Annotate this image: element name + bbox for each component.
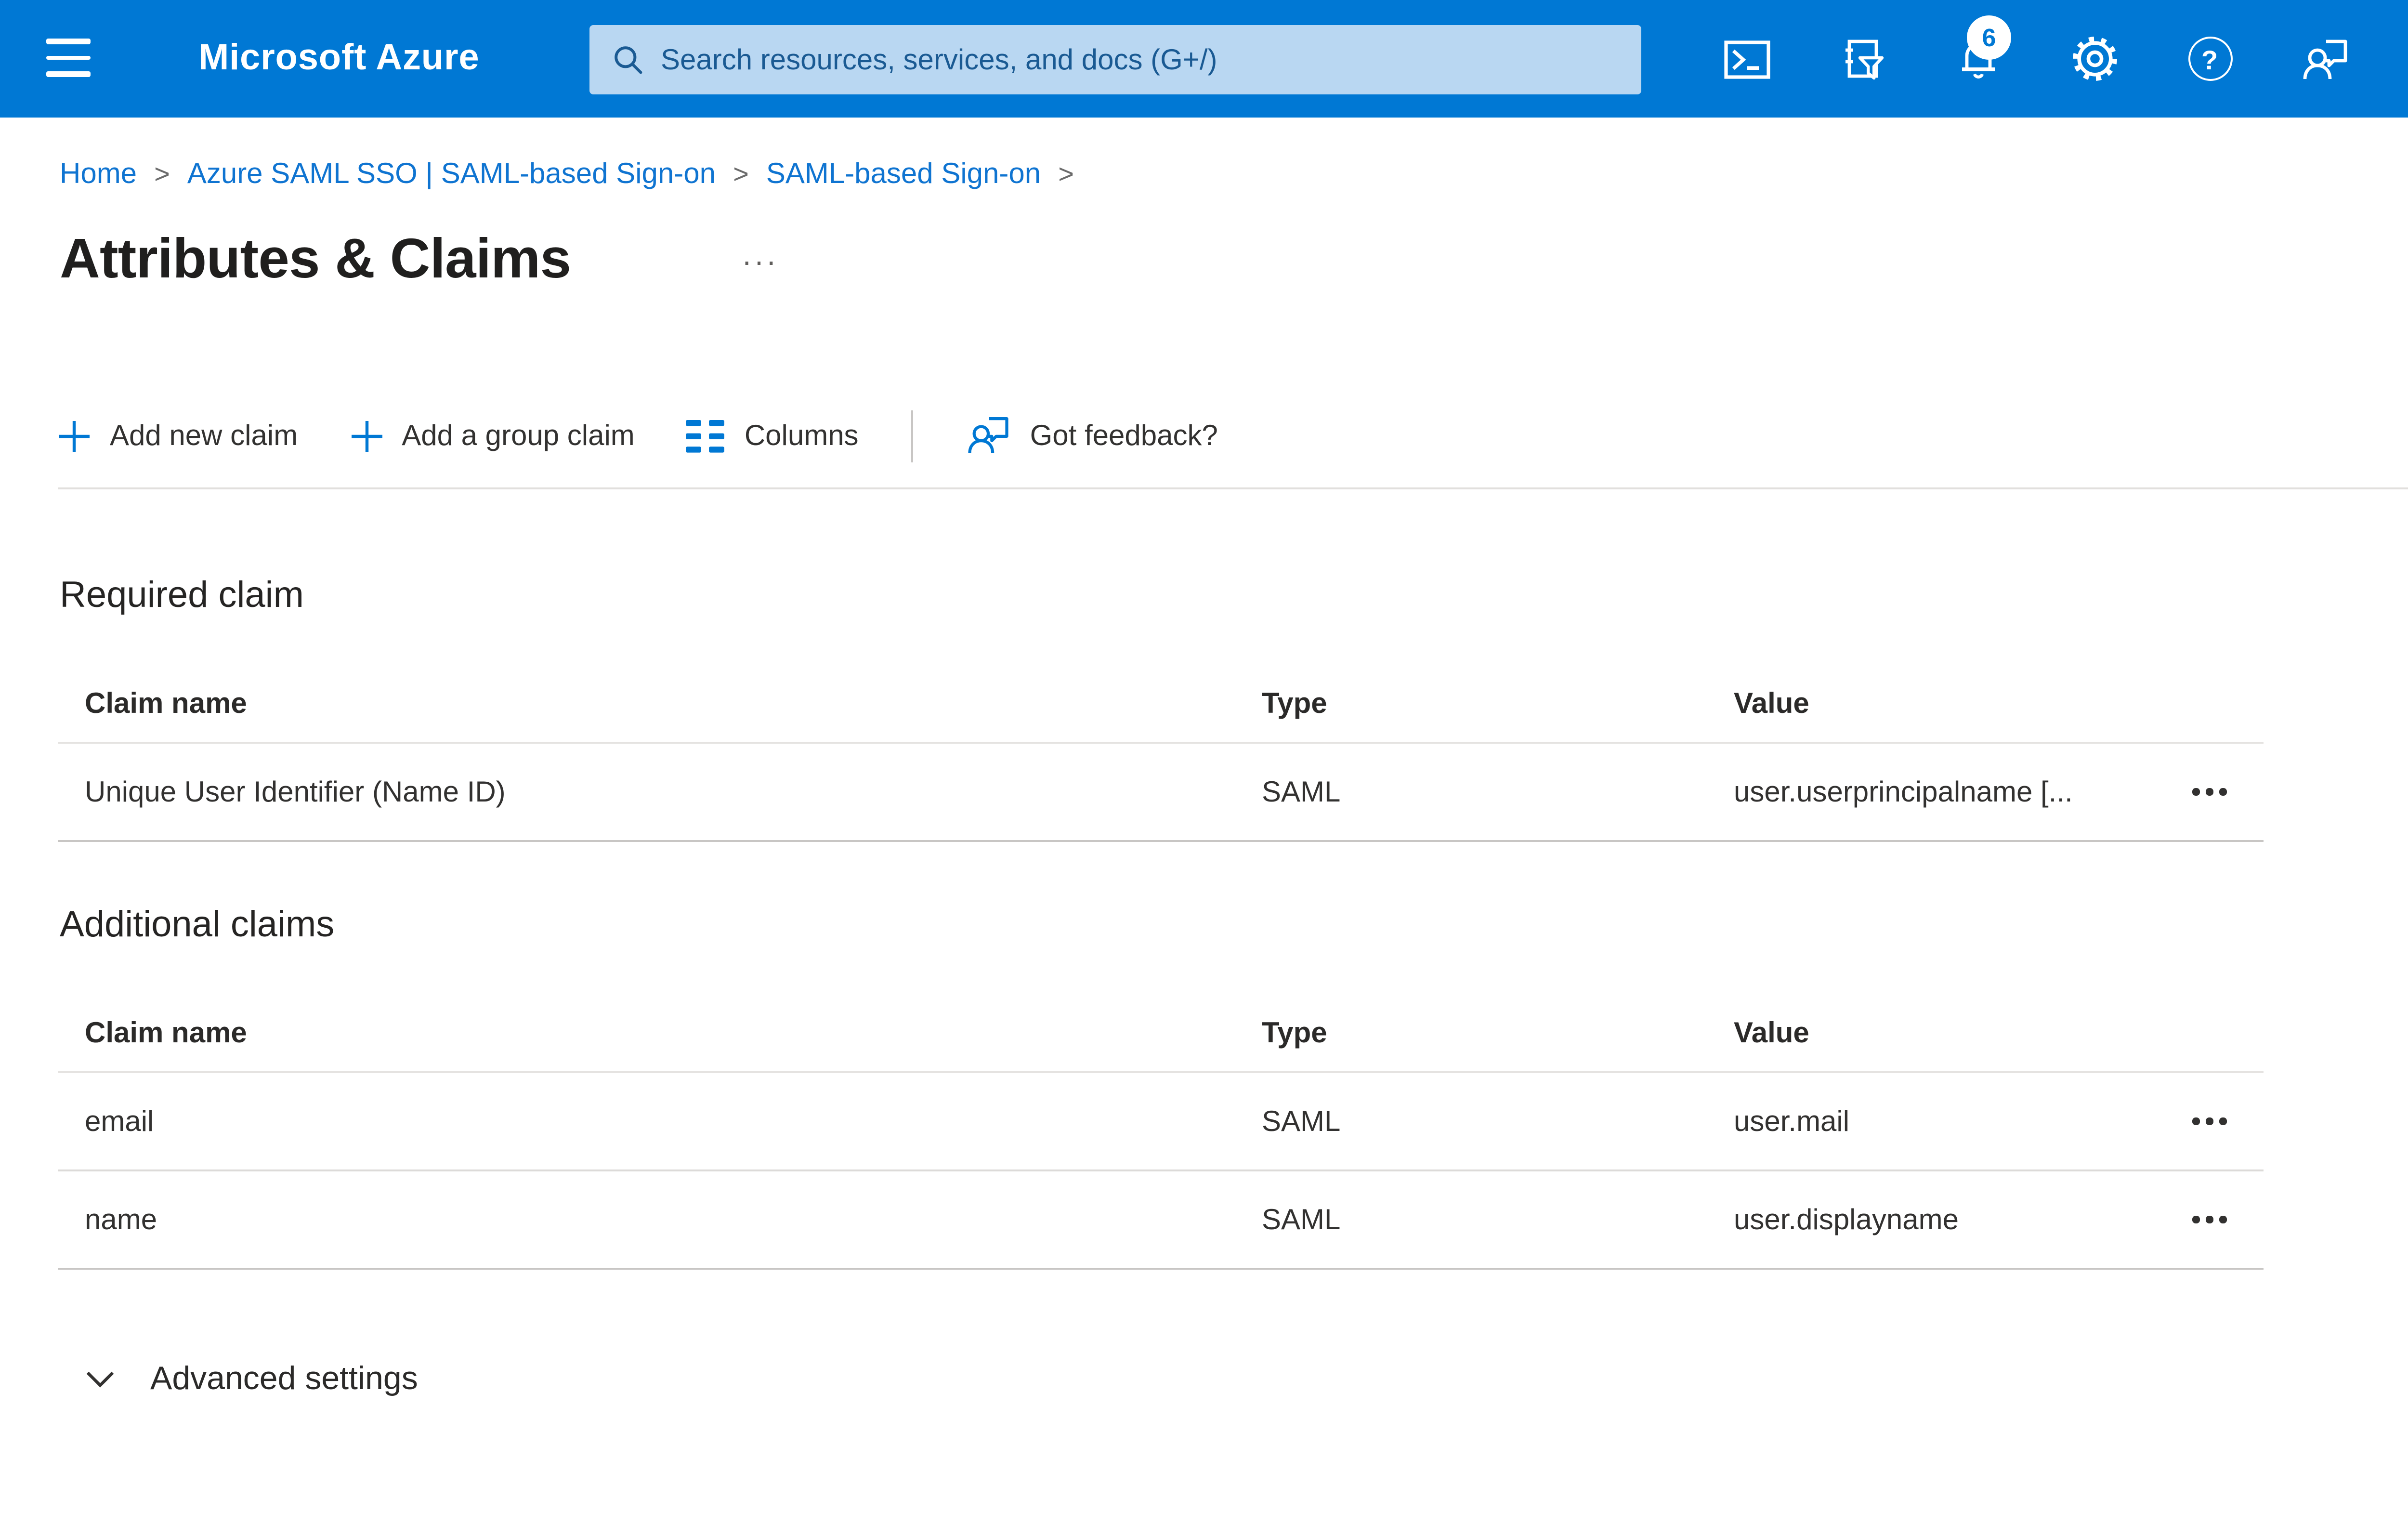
table-row: name SAML user.displayname xyxy=(58,1171,2264,1270)
got-feedback-label: Got feedback? xyxy=(1030,419,1218,452)
required-claim-table: Claim name Type Value Unique User Identi… xyxy=(58,667,2264,842)
table-header-row: Claim name Type Value xyxy=(58,667,2264,744)
chevron-down-icon xyxy=(86,1371,114,1388)
breadcrumb-home[interactable]: Home xyxy=(60,157,137,190)
cell-value: user.userprincipalname [... xyxy=(1734,775,2073,808)
menu-dot xyxy=(2206,788,2213,796)
settings-button[interactable] xyxy=(2036,0,2152,118)
cell-claim-name: name xyxy=(85,1203,157,1236)
cell-claim-name: Unique User Identifier (Name ID) xyxy=(85,775,506,808)
menu-dot xyxy=(2220,1117,2227,1125)
columns-button[interactable]: Columns xyxy=(686,419,859,452)
breadcrumb-separator: > xyxy=(733,158,749,189)
azure-portal-page: Microsoft Azure Search resources, servic… xyxy=(0,0,2408,1524)
row-context-menu-icon[interactable] xyxy=(2185,1106,2234,1136)
menu-dot xyxy=(2206,1216,2213,1223)
add-new-claim-button[interactable]: Add new claim xyxy=(58,419,298,452)
menu-dot xyxy=(2206,1117,2213,1125)
notification-badge: 6 xyxy=(1967,15,2011,60)
breadcrumb: Home > Azure SAML SSO | SAML-based Sign-… xyxy=(60,152,1074,195)
topbar-icon-tray: 6 ? xyxy=(1689,0,2383,118)
person-feedback-icon xyxy=(2303,39,2347,79)
advanced-settings-toggle[interactable]: Advanced settings xyxy=(85,1353,418,1406)
directory-filter-icon xyxy=(1845,39,1884,79)
add-group-claim-label: Add a group claim xyxy=(402,419,635,452)
brand-title[interactable]: Microsoft Azure xyxy=(198,0,480,118)
cell-value: user.mail xyxy=(1734,1105,1850,1138)
column-header-type: Type xyxy=(1262,1017,1327,1050)
menu-dot xyxy=(2220,788,2227,796)
additional-claims-table: Claim name Type Value email SAML user.ma… xyxy=(58,996,2264,1270)
notifications-button[interactable]: 6 xyxy=(1921,0,2036,118)
row-context-menu-icon[interactable] xyxy=(2185,777,2234,807)
required-claim-heading: Required claim xyxy=(60,576,304,617)
table-row: Unique User Identifier (Name ID) SAML us… xyxy=(58,744,2264,842)
additional-claims-heading: Additional claims xyxy=(60,906,335,946)
top-bar: Microsoft Azure Search resources, servic… xyxy=(0,0,2408,118)
add-new-claim-label: Add new claim xyxy=(110,419,298,452)
directory-filter-button[interactable] xyxy=(1805,0,1921,118)
add-group-claim-button[interactable]: Add a group claim xyxy=(350,419,635,452)
page-title: Attributes & Claims xyxy=(60,229,571,291)
menu-dot xyxy=(2192,1117,2199,1125)
feedback-person-icon xyxy=(967,417,1008,453)
column-header-claim-name: Claim name xyxy=(85,688,247,721)
help-icon: ? xyxy=(2187,37,2232,81)
cell-type: SAML xyxy=(1262,775,1341,808)
got-feedback-button[interactable]: Got feedback? xyxy=(965,414,1218,457)
hamburger-bar xyxy=(46,39,91,44)
cloud-shell-icon xyxy=(1724,39,1770,78)
cell-value: user.displayname xyxy=(1734,1203,1959,1236)
table-row: email SAML user.mail xyxy=(58,1073,2264,1171)
help-button[interactable]: ? xyxy=(2152,0,2267,118)
table-header-row: Claim name Type Value xyxy=(58,996,2264,1073)
column-header-claim-name: Claim name xyxy=(85,1017,247,1050)
row-context-menu-icon[interactable] xyxy=(2185,1205,2234,1235)
gear-icon xyxy=(2072,37,2116,81)
menu-dot xyxy=(2192,1216,2199,1223)
advanced-settings-label: Advanced settings xyxy=(150,1360,418,1397)
breadcrumb-sso[interactable]: Azure SAML SSO | SAML-based Sign-on xyxy=(187,157,716,190)
plus-icon xyxy=(59,420,90,451)
title-overflow-menu-icon[interactable]: ··· xyxy=(742,247,778,281)
breadcrumb-separator: > xyxy=(1058,158,1074,189)
cell-type: SAML xyxy=(1262,1105,1341,1138)
hamburger-bar xyxy=(46,55,91,61)
feedback-button[interactable] xyxy=(2267,0,2383,118)
columns-label: Columns xyxy=(744,419,859,452)
global-search xyxy=(589,25,1641,94)
column-header-value: Value xyxy=(1734,1017,1809,1050)
menu-dot xyxy=(2192,788,2199,796)
breadcrumb-separator: > xyxy=(154,158,170,189)
hamburger-bar xyxy=(46,72,91,77)
toolbar-separator-line xyxy=(58,487,2408,489)
column-header-value: Value xyxy=(1734,688,1809,721)
search-input[interactable] xyxy=(661,43,1618,76)
cell-claim-name: email xyxy=(85,1105,154,1138)
hamburger-menu-icon[interactable] xyxy=(46,39,91,77)
cloud-shell-button[interactable] xyxy=(1689,0,1805,118)
cell-type: SAML xyxy=(1262,1203,1341,1236)
toolbar-divider xyxy=(910,409,913,461)
menu-dot xyxy=(2220,1216,2227,1223)
column-header-type: Type xyxy=(1262,688,1327,721)
columns-icon xyxy=(686,419,725,452)
command-bar: Add new claim Add a group claim Columns xyxy=(58,397,1218,474)
search-icon xyxy=(615,46,642,74)
breadcrumb-saml-signon[interactable]: SAML-based Sign-on xyxy=(766,157,1041,190)
help-glyph: ? xyxy=(2201,43,2218,74)
plus-icon xyxy=(351,420,382,451)
